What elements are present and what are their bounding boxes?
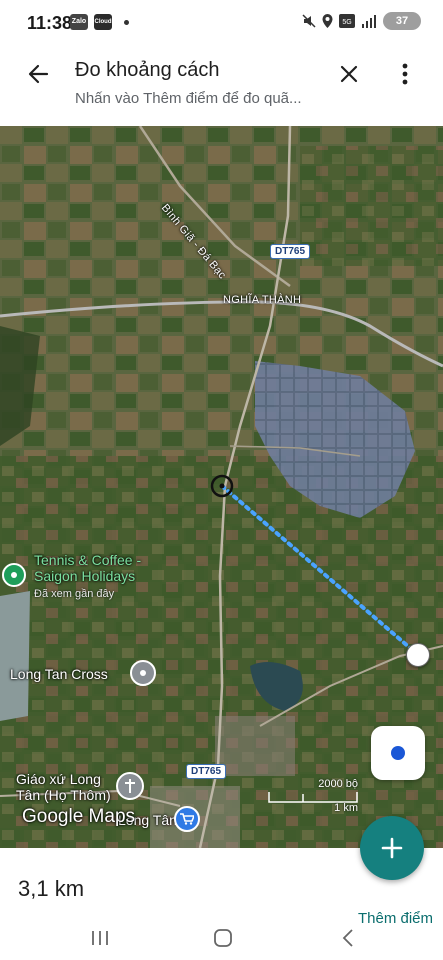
- place-name-giao-xu-line2: Tân (Họ Thôm): [16, 787, 111, 803]
- place-label-long-tan-cross[interactable]: Long Tan Cross: [10, 666, 108, 682]
- measure-end-point[interactable]: [406, 643, 430, 667]
- system-nav-bar: [0, 920, 443, 960]
- plus-icon: [381, 837, 403, 859]
- place-pin-church[interactable]: [116, 772, 144, 800]
- measure-start-point[interactable]: [209, 473, 235, 499]
- zalo-icon: Zalo: [70, 14, 88, 30]
- close-button[interactable]: [333, 58, 365, 90]
- google-maps-logo: Google Maps: [22, 806, 136, 827]
- place-label-tennis-coffee[interactable]: Tennis & Coffee - Saigon Holidays: [34, 552, 141, 584]
- church-cross-icon: [125, 779, 135, 793]
- place-sub-recently-viewed: Đã xem gần đây: [34, 588, 115, 600]
- chevron-back-icon: [342, 929, 353, 947]
- status-time: 11:38: [27, 13, 73, 33]
- place-marker-icon: [11, 572, 17, 578]
- place-pin-tennis-coffee[interactable]: [2, 563, 26, 587]
- route-shield-dt765-top: DT765: [270, 244, 311, 259]
- page-subtitle: Nhấn vào Thêm điểm để đo quã...: [75, 90, 302, 107]
- home-button[interactable]: [208, 924, 238, 952]
- mute-icon: [302, 14, 316, 28]
- landmark-icon: [140, 670, 146, 676]
- app-bar: Đo khoảng cách Nhấn vào Thêm điểm để đo …: [0, 46, 443, 126]
- location-icon: [322, 14, 333, 28]
- arrow-back-icon: [28, 64, 49, 84]
- place-name-tennis-line1: Tennis & Coffee -: [34, 552, 142, 568]
- back-nav-button[interactable]: [333, 924, 363, 952]
- satellite-map[interactable]: Bình Giã - Đá Bạc DT765 NGHĨA THÀNH DT76…: [0, 126, 443, 848]
- shopping-cart-icon: [180, 813, 194, 825]
- status-bar: 11:38 Zalo Cloud 5G 37: [0, 0, 443, 46]
- my-location-icon: [389, 744, 407, 762]
- status-system-icons: 5G 37: [302, 12, 421, 30]
- place-pin-long-tan-cross[interactable]: [130, 660, 156, 686]
- place-pin-shopping[interactable]: [174, 806, 200, 832]
- my-location-button[interactable]: [371, 726, 425, 780]
- recents-button[interactable]: [85, 924, 115, 952]
- scale-metric: 1 km: [334, 802, 358, 814]
- status-notification-icons: Zalo Cloud: [70, 14, 129, 30]
- more-vert-icon: [402, 63, 408, 85]
- signal-icon: [362, 15, 376, 28]
- add-point-fab[interactable]: [360, 816, 424, 880]
- map-scale: 2000 bộ 1 km: [268, 778, 358, 818]
- place-label-giao-xu[interactable]: Giáo xứ Long Tân (Họ Thôm): [16, 771, 111, 803]
- scale-imperial: 2000 bộ: [318, 778, 358, 790]
- recents-icon: [92, 931, 108, 945]
- route-shield-dt765-bottom: DT765: [186, 764, 227, 779]
- home-icon: [214, 929, 232, 947]
- battery-indicator: 37: [383, 12, 421, 30]
- place-name-tennis-line2: Saigon Holidays: [34, 568, 136, 584]
- cloud-app-icon: Cloud: [94, 14, 112, 30]
- place-name-giao-xu-line1: Giáo xứ Long: [16, 771, 101, 787]
- close-icon: [340, 65, 358, 83]
- wifi-icon: 5G: [339, 14, 355, 28]
- back-button[interactable]: [22, 58, 54, 90]
- more-options-button[interactable]: [389, 58, 421, 90]
- more-notifications-dot: [124, 19, 129, 25]
- road-label-nghia-thanh: NGHĨA THÀNH: [223, 294, 302, 306]
- distance-readout: 3,1 km: [18, 876, 85, 901]
- svg-text:5G: 5G: [342, 19, 351, 26]
- page-title: Đo khoảng cách: [75, 59, 220, 81]
